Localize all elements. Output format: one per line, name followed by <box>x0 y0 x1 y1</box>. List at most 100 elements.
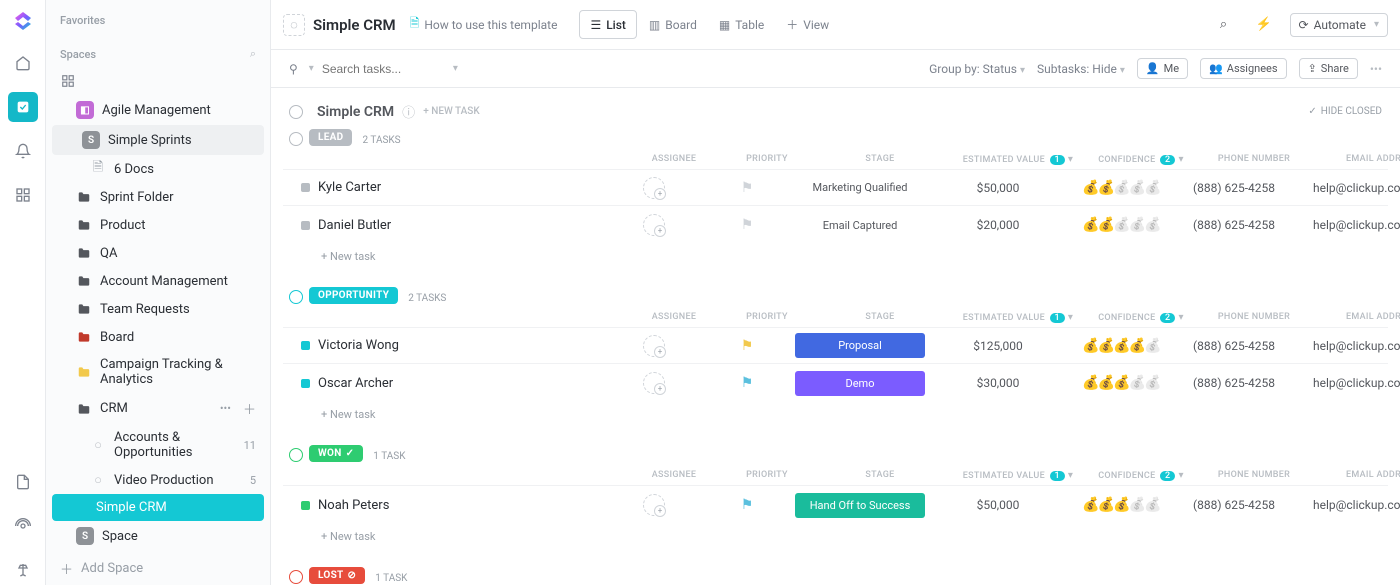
hide-closed-toggle[interactable]: ✓HIDE CLOSED <box>1308 106 1382 117</box>
search-icon[interactable]: ⌕ <box>250 47 256 61</box>
col-assignee[interactable]: ASSIGNEE <box>629 154 719 165</box>
sidebar-item-docs[interactable]: 🗎 6 Docs <box>46 155 270 183</box>
tab-board[interactable]: ▥Board <box>639 10 707 39</box>
status-pill[interactable]: LEAD <box>309 129 352 146</box>
status-dot[interactable] <box>301 341 310 350</box>
priority-flag-icon[interactable]: ⚑ <box>741 217 754 233</box>
status-dot[interactable] <box>301 221 310 230</box>
col-confidence[interactable]: CONFIDENCE 2▾ <box>1091 312 1191 323</box>
add-icon[interactable]: ＋ <box>243 399 256 418</box>
email-cell[interactable]: help@clickup.com <box>1297 181 1400 195</box>
assignee-placeholder[interactable] <box>643 372 665 394</box>
assignee-placeholder[interactable] <box>643 494 665 516</box>
subtasks-select[interactable]: Subtasks: Hide▾ <box>1037 62 1125 76</box>
new-task-button[interactable]: + New task <box>283 402 1388 427</box>
phone-cell[interactable]: (888) 625-4258 <box>1179 339 1289 353</box>
more-icon[interactable]: ••• <box>1370 62 1382 76</box>
search-input[interactable] <box>322 62 442 76</box>
phone-cell[interactable]: (888) 625-4258 <box>1179 376 1289 390</box>
rail-docs-icon[interactable] <box>8 467 38 497</box>
rail-notifications-icon[interactable] <box>8 136 38 166</box>
est-value-cell[interactable]: $50,000 <box>933 181 1063 195</box>
col-phone[interactable]: PHONE NUMBER <box>1199 312 1309 323</box>
task-row[interactable]: Noah Peters ⚑ Hand Off to Success $50,00… <box>283 485 1388 524</box>
assignees-filter-button[interactable]: 👥Assignees <box>1200 58 1287 79</box>
rail-pulse-icon[interactable] <box>8 511 38 541</box>
sidebar-item-simple-crm[interactable]: Simple CRM <box>52 494 264 521</box>
info-icon[interactable]: ⓘ <box>402 102 415 121</box>
sidebar-item-qa[interactable]: QA <box>46 239 270 267</box>
add-space-button[interactable]: ＋Add Space <box>46 551 270 585</box>
sidebar-item-accounts-opps[interactable]: ○Accounts & Opportunities11 <box>46 424 270 466</box>
rail-goals-icon[interactable] <box>8 555 38 585</box>
sidebar-item-agile[interactable]: ◧ Agile Management <box>46 95 270 125</box>
col-email[interactable]: EMAIL ADDRESS <box>1317 312 1400 323</box>
task-row[interactable]: Daniel Butler ⚑ Email Captured $20,000 💰… <box>283 205 1388 244</box>
priority-flag-icon[interactable]: ⚑ <box>741 375 754 391</box>
more-icon[interactable]: ••• <box>220 402 231 415</box>
group-status-icon[interactable] <box>289 290 303 304</box>
stage-chip[interactable]: Marketing Qualified <box>795 175 925 200</box>
sidebar-item-sprints[interactable]: S Simple Sprints <box>52 125 264 155</box>
filter-icon[interactable]: ⚲ <box>289 62 298 76</box>
col-confidence[interactable]: CONFIDENCE 2▾ <box>1091 154 1191 165</box>
spaces-heading[interactable]: Spaces⌕ <box>46 41 270 67</box>
phone-cell[interactable]: (888) 625-4258 <box>1179 498 1289 512</box>
est-value-cell[interactable]: $20,000 <box>933 218 1063 232</box>
confidence-cell[interactable]: 💰💰💰💰💰 <box>1071 375 1171 391</box>
est-value-cell[interactable]: $30,000 <box>933 376 1063 390</box>
rail-tasks-icon[interactable] <box>8 92 38 122</box>
col-phone[interactable]: PHONE NUMBER <box>1199 154 1309 165</box>
sidebar-item-sprint-folder[interactable]: Sprint Folder <box>46 183 270 211</box>
phone-cell[interactable]: (888) 625-4258 <box>1179 218 1289 232</box>
chevron-down-icon[interactable]: ▾ <box>309 63 314 74</box>
priority-flag-icon[interactable]: ⚑ <box>741 338 754 354</box>
automate-button[interactable]: ⟳Automate▾ <box>1290 13 1388 37</box>
sidebar-item-board[interactable]: Board <box>46 323 270 351</box>
group-by-select[interactable]: Group by: Status▾ <box>929 62 1025 76</box>
email-cell[interactable]: help@clickup.com <box>1297 376 1400 390</box>
sidebar-item-video-prod[interactable]: ○Video Production5 <box>46 466 270 494</box>
col-confidence[interactable]: CONFIDENCE 2▾ <box>1091 470 1191 481</box>
email-cell[interactable]: help@clickup.com <box>1297 218 1400 232</box>
col-stage[interactable]: STAGE <box>815 312 945 323</box>
group-status-icon[interactable] <box>289 448 303 462</box>
new-task-button[interactable]: + NEW TASK <box>423 106 479 117</box>
tab-table[interactable]: ▦Table <box>709 10 774 39</box>
col-stage[interactable]: STAGE <box>815 154 945 165</box>
sidebar-item-team-requests[interactable]: Team Requests <box>46 295 270 323</box>
new-task-button[interactable]: + New task <box>283 524 1388 549</box>
priority-flag-icon[interactable]: ⚑ <box>741 497 754 513</box>
email-cell[interactable]: help@clickup.com <box>1297 339 1400 353</box>
col-est-value[interactable]: ESTIMATED VALUE 1▾ <box>953 154 1083 165</box>
add-view-button[interactable]: ＋View <box>776 10 839 39</box>
sidebar-item-product[interactable]: Product <box>46 211 270 239</box>
quick-action-icon[interactable]: ⚡ <box>1250 11 1278 39</box>
assignee-placeholder[interactable] <box>643 177 665 199</box>
col-assignee[interactable]: ASSIGNEE <box>629 470 719 481</box>
chevron-down-icon[interactable]: ▾ <box>453 63 458 74</box>
status-pill[interactable]: WON ✓ <box>309 445 363 462</box>
share-button[interactable]: ⇪Share <box>1299 58 1358 79</box>
task-row[interactable]: Kyle Carter ⚑ Marketing Qualified $50,00… <box>283 169 1388 205</box>
rail-dashboards-icon[interactable] <box>8 180 38 210</box>
col-est-value[interactable]: ESTIMATED VALUE 1▾ <box>953 312 1083 323</box>
stage-chip[interactable]: Email Captured <box>795 213 925 238</box>
sidebar-item-account-mgmt[interactable]: Account Management <box>46 267 270 295</box>
confidence-cell[interactable]: 💰💰💰💰💰 <box>1071 497 1171 513</box>
favorites-heading[interactable]: Favorites <box>46 8 270 33</box>
assignee-placeholder[interactable] <box>643 214 665 236</box>
task-row[interactable]: Victoria Wong ⚑ Proposal $125,000 💰💰💰💰💰 … <box>283 327 1388 363</box>
email-cell[interactable]: help@clickup.com <box>1297 498 1400 512</box>
stage-chip[interactable]: Demo <box>795 371 925 396</box>
status-dot[interactable] <box>301 379 310 388</box>
col-priority[interactable]: PRIORITY <box>727 154 807 165</box>
list-status-icon[interactable] <box>289 105 303 119</box>
col-assignee[interactable]: ASSIGNEE <box>629 312 719 323</box>
sidebar-item-everything[interactable] <box>46 67 270 95</box>
stage-chip[interactable]: Hand Off to Success <box>795 493 925 518</box>
sidebar-item-crm[interactable]: CRM•••＋ <box>46 393 270 424</box>
est-value-cell[interactable]: $125,000 <box>933 339 1063 353</box>
tab-list[interactable]: ☰List <box>579 10 636 39</box>
col-priority[interactable]: PRIORITY <box>727 312 807 323</box>
